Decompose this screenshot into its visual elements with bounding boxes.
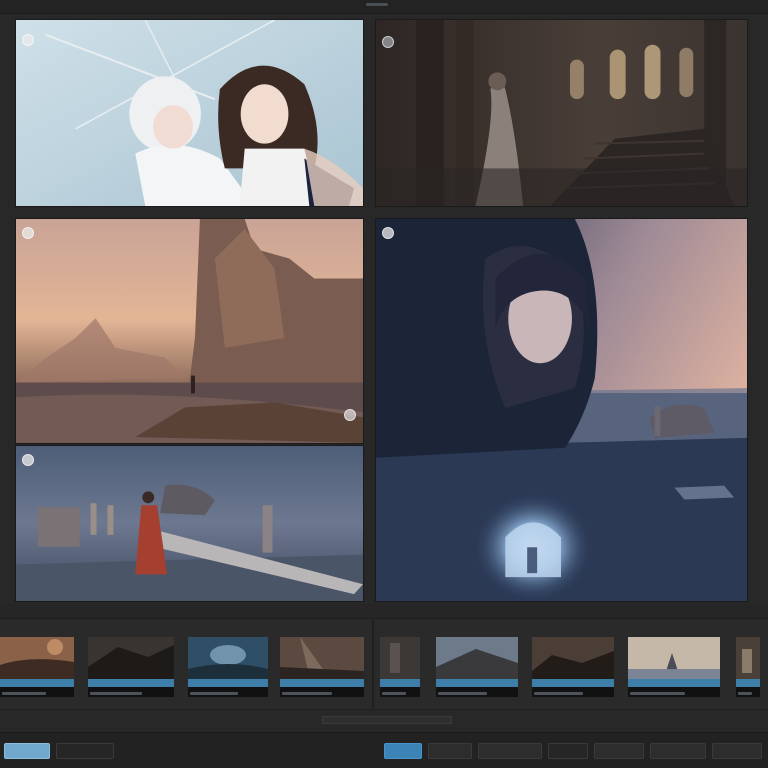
avatar-icon[interactable] xyxy=(22,454,34,466)
title-bar xyxy=(0,0,768,14)
avatar-icon[interactable] xyxy=(382,227,394,239)
toolbar-button[interactable] xyxy=(548,743,588,759)
thumbnail-subtitle xyxy=(2,692,47,695)
thumbnail[interactable] xyxy=(436,637,518,697)
thumbnail-caption-bar xyxy=(0,679,74,687)
thumbnail[interactable] xyxy=(0,637,74,697)
filmstrip-divider xyxy=(372,620,374,708)
avatar-icon[interactable] xyxy=(22,34,34,46)
avatar-icon[interactable] xyxy=(382,36,394,48)
thumbnail-subtitle xyxy=(630,692,686,695)
image-panel-characters[interactable] xyxy=(15,19,364,207)
toolbar-button[interactable] xyxy=(650,743,706,759)
label-strip xyxy=(0,604,768,618)
filmstrip xyxy=(0,618,768,710)
thumbnail[interactable] xyxy=(628,637,720,697)
app-window xyxy=(0,0,768,768)
thumbnail-caption-bar xyxy=(380,679,420,687)
toolbar-button[interactable] xyxy=(428,743,472,759)
status-line xyxy=(322,716,452,724)
thumbnail-subtitle xyxy=(438,692,488,695)
search-input[interactable] xyxy=(56,743,114,759)
thumbnail-caption-bar xyxy=(532,679,614,687)
thumbnail[interactable] xyxy=(188,637,268,697)
thumbnail-subtitle xyxy=(282,692,333,695)
thumbnail[interactable] xyxy=(532,637,614,697)
thumbnail-caption-bar xyxy=(736,679,760,687)
thumbnail[interactable] xyxy=(88,637,174,697)
thumbnail-subtitle xyxy=(534,692,584,695)
primary-action-button[interactable] xyxy=(384,743,422,759)
thumbnail[interactable] xyxy=(380,637,420,697)
thumbnail-caption-bar xyxy=(188,679,268,687)
thumbnail-caption-bar xyxy=(280,679,364,687)
image-panel-portal[interactable] xyxy=(375,218,748,602)
toolbar-button[interactable] xyxy=(712,743,762,759)
bottom-toolbar xyxy=(0,732,768,768)
left-action-button[interactable] xyxy=(4,743,50,759)
thumbnail-caption-bar xyxy=(436,679,518,687)
thumbnail-subtitle xyxy=(90,692,142,695)
thumbnail[interactable] xyxy=(736,637,760,697)
thumbnail[interactable] xyxy=(280,637,364,697)
toolbar-button[interactable] xyxy=(478,743,542,759)
image-panel-ruins[interactable] xyxy=(15,218,364,444)
thumbnail-caption-bar xyxy=(628,679,720,687)
window-title xyxy=(366,3,388,6)
thumbnail-subtitle xyxy=(190,692,238,695)
avatar-icon[interactable] xyxy=(344,409,356,421)
avatar-icon[interactable] xyxy=(22,227,34,239)
thumbnail-caption-bar xyxy=(88,679,174,687)
thumbnail-subtitle xyxy=(382,692,406,695)
toolbar-button[interactable] xyxy=(594,743,644,759)
image-panel-shore[interactable] xyxy=(15,445,364,602)
image-panel-hall[interactable] xyxy=(375,19,748,207)
thumbnail-subtitle xyxy=(738,692,753,695)
